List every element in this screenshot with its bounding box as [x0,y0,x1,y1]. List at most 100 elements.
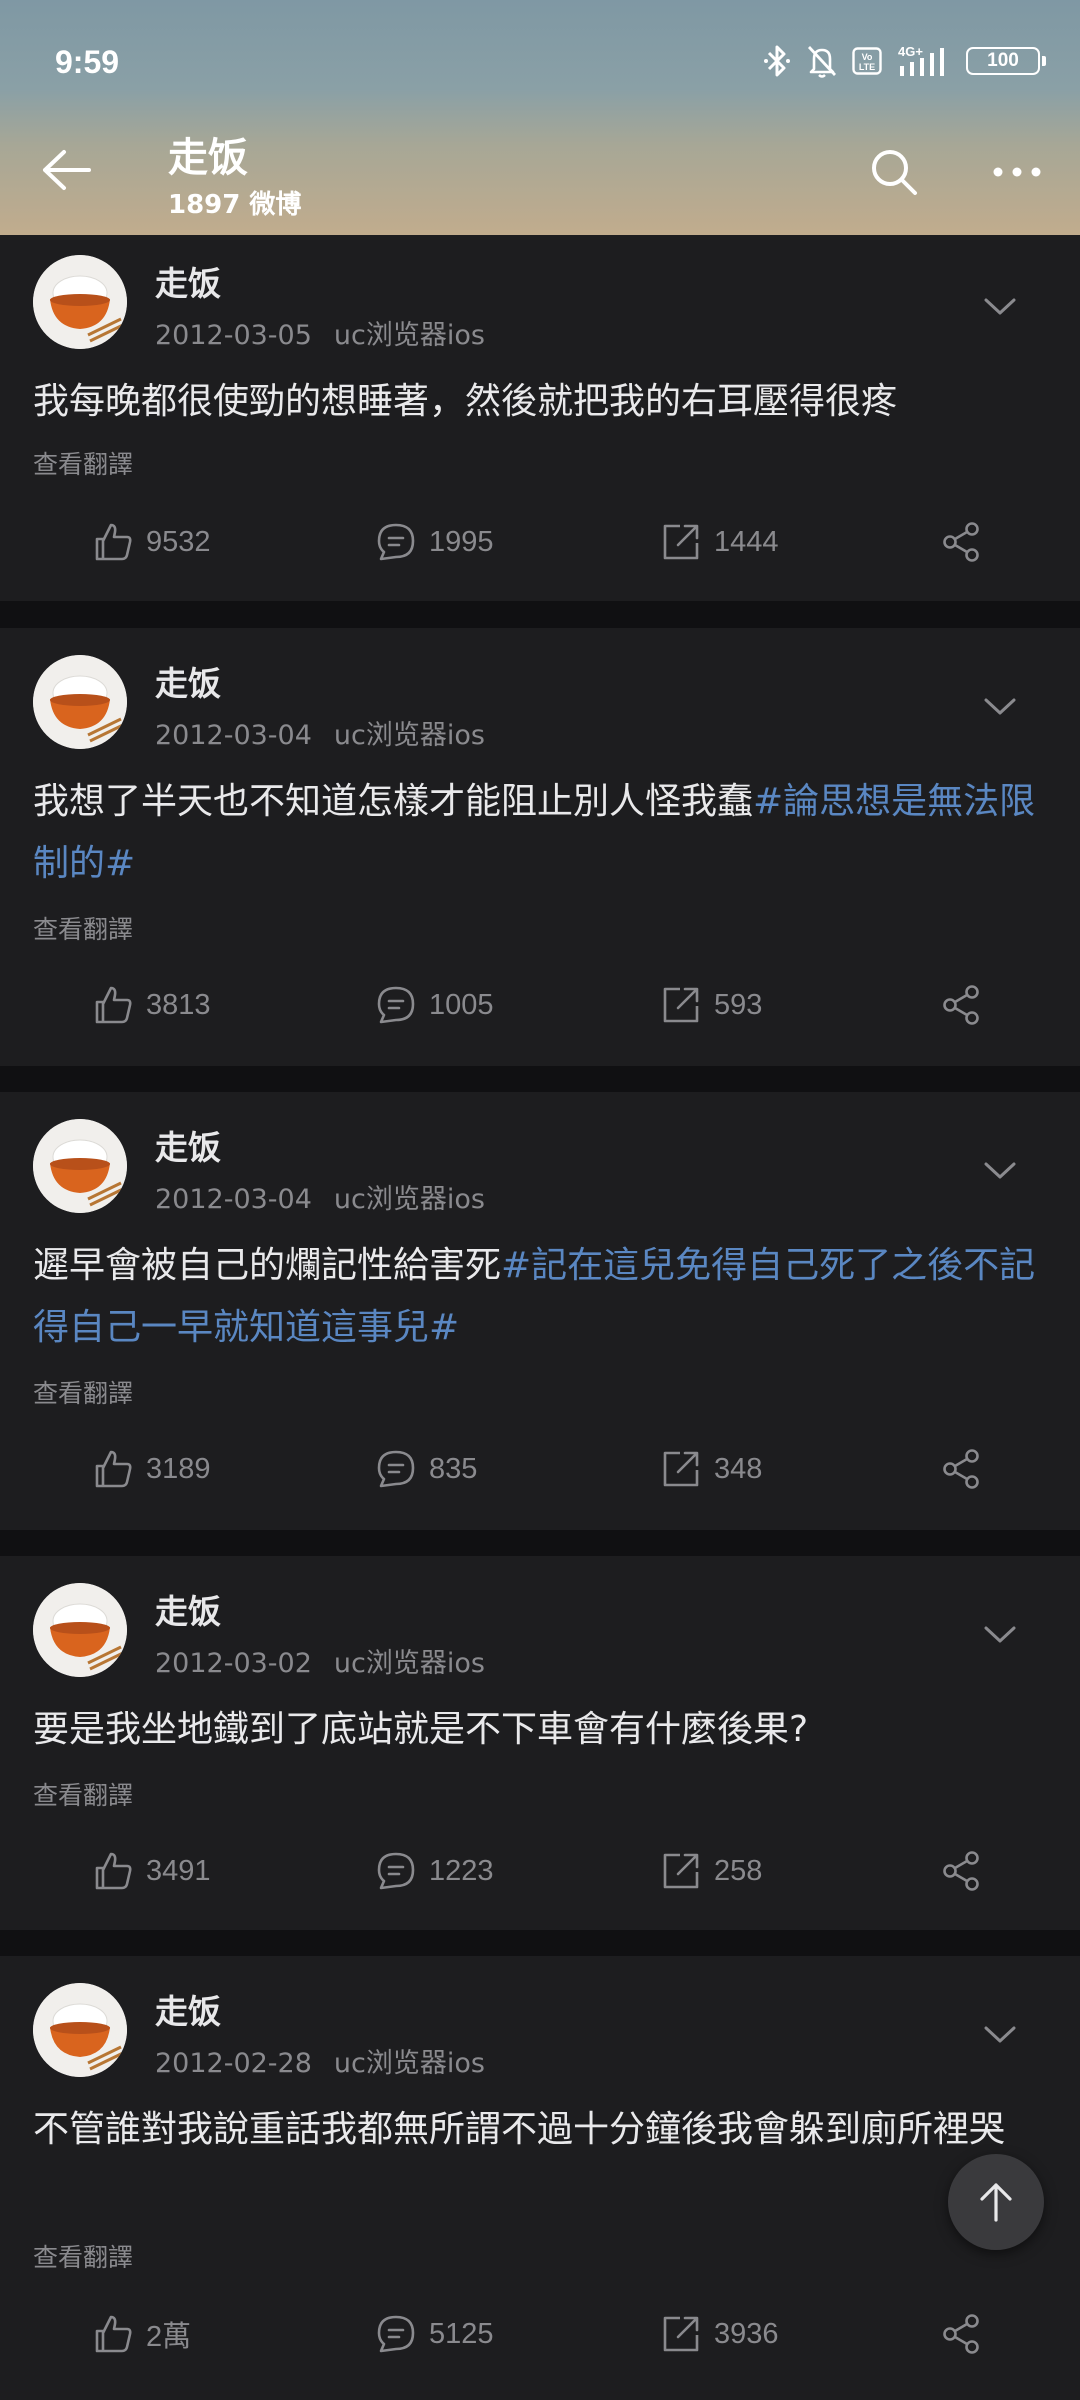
post-date: 2012-03-02 [155,1648,312,1679]
share-icon [943,985,979,1025]
share-button[interactable] [940,1841,982,1901]
translate-link[interactable]: 查看翻譯 [33,910,133,946]
avatar[interactable] [33,655,127,749]
share-button[interactable] [940,975,982,1035]
rice-bowl-icon [33,1119,127,1213]
post-count: 1897 微博 [168,190,302,220]
repost-icon [663,1853,699,1889]
action-bar: 3813 1005 593 [0,975,1080,1035]
post-source: uc浏览器ios [333,320,485,351]
scroll-to-top-button[interactable] [948,2154,1044,2250]
translate-link[interactable]: 查看翻譯 [33,1776,133,1812]
like-button[interactable]: 3491 [92,1841,211,1901]
repost-button[interactable]: 258 [660,1841,762,1901]
author-name[interactable]: 走饭 [155,657,221,705]
weibo-post[interactable]: 走饭 2012-03-04 uc浏览器ios 遲早會被自己的爛記性給害死#記在這兒… [0,1092,1080,1530]
avatar[interactable] [33,255,127,349]
share-button[interactable] [940,2304,982,2364]
action-bar: 2萬 5125 3936 [0,2304,1080,2364]
share-icon [943,522,979,562]
weibo-post[interactable]: 走饭 2012-03-04 uc浏览器ios 我想了半天也不知道怎樣才能阻止別人怪… [0,628,1080,1066]
repost-count: 1444 [714,525,779,558]
repost-button[interactable]: 348 [660,1439,762,1499]
post-meta: 2012-03-05 uc浏览器ios [155,313,485,352]
avatar[interactable] [33,1583,127,1677]
share-icon [943,1449,979,1489]
like-count: 2萬 [146,2321,192,2353]
post-source: uc浏览器ios [333,1184,485,1215]
post-body: 我想了半天也不知道怎樣才能阻止別人怪我蠢 [33,781,754,822]
author-name[interactable]: 走饭 [155,1985,221,2033]
repost-button[interactable]: 3936 [660,2304,779,2364]
repost-icon [663,2316,699,2352]
comment-count: 835 [429,1452,478,1485]
post-meta: 2012-03-04 uc浏览器ios [155,1177,485,1216]
expand-button[interactable] [975,1615,1025,1655]
post-source: uc浏览器ios [333,720,485,751]
weibo-post[interactable]: 走饭 2012-02-28 uc浏览器ios 不管誰對我說重話我都無所謂不過十分鐘… [0,1956,1080,2400]
repost-count: 348 [714,1452,763,1485]
post-text: 我想了半天也不知道怎樣才能阻止別人怪我蠢#論思想是無法限制的# [33,771,1043,895]
back-button[interactable] [36,140,96,200]
comment-button[interactable]: 835 [375,1439,477,1499]
post-text: 遲早會被自己的爛記性給害死#記在這兒免得自己死了之後不記得自己一早就知道這事兒# [33,1235,1043,1359]
post-meta: 2012-03-02 uc浏览器ios [155,1641,485,1680]
author-name[interactable]: 走饭 [155,1585,221,1633]
repost-count: 258 [714,1854,763,1887]
avatar[interactable] [33,1119,127,1213]
volte-icon: Vo LTE [852,47,882,75]
share-icon [943,1851,979,1891]
expand-button[interactable] [975,687,1025,727]
status-time: 9:59 [55,44,120,80]
translate-link[interactable]: 查看翻譯 [33,1374,133,1410]
chevron-down-icon [984,1162,1016,1179]
action-bar: 3189 835 348 [0,1439,1080,1499]
avatar[interactable] [33,1983,127,2077]
comment-count: 1005 [429,988,494,1021]
like-button[interactable]: 3813 [92,975,211,1035]
author-name[interactable]: 走饭 [155,1121,221,1169]
search-button[interactable] [862,140,926,204]
status-bar: 9:59 Vo LTE 4G+ 100 [0,0,1080,130]
thumbs-up-icon [95,2315,132,2353]
comment-button[interactable]: 1995 [375,512,494,572]
comment-count: 1995 [429,525,494,558]
author-name[interactable]: 走饭 [155,257,221,305]
svg-text:Vo: Vo [862,52,873,62]
more-button[interactable] [985,140,1049,204]
post-date: 2012-02-28 [155,2048,312,2079]
repost-button[interactable]: 1444 [660,512,779,572]
comment-button[interactable]: 1005 [375,975,494,1035]
comment-button[interactable]: 5125 [375,2304,494,2364]
post-meta: 2012-02-28 uc浏览器ios [155,2041,485,2080]
share-button[interactable] [940,512,982,572]
comment-count: 1223 [429,1854,494,1887]
expand-button[interactable] [975,2015,1025,2055]
like-button[interactable]: 2萬 [92,2304,191,2364]
expand-button[interactable] [975,1151,1025,1191]
mute-bell-icon [806,44,838,78]
translate-link[interactable]: 查看翻譯 [33,445,133,481]
repost-button[interactable]: 593 [660,975,762,1035]
like-count: 3813 [146,988,211,1021]
comment-count: 5125 [429,2317,494,2350]
post-meta: 2012-03-04 uc浏览器ios [155,713,485,752]
translate-link[interactable]: 查看翻譯 [33,2238,133,2274]
thumbs-up-icon [95,1852,132,1890]
share-button[interactable] [940,1439,982,1499]
like-button[interactable]: 9532 [92,512,211,572]
svg-text:LTE: LTE [859,62,875,72]
expand-button[interactable] [975,287,1025,327]
signal-icon: 4G+ [896,44,952,78]
thumbs-up-icon [95,986,132,1024]
comment-button[interactable]: 1223 [375,1841,494,1901]
repost-count: 3936 [714,2317,779,2350]
rice-bowl-icon [33,655,127,749]
post-body: 要是我坐地鐵到了底站就是不下車會有什麼後果? [33,1709,809,1750]
like-count: 3189 [146,1452,211,1485]
like-button[interactable]: 3189 [92,1439,211,1499]
arrow-up-icon [980,2183,1012,2222]
weibo-post[interactable]: 走饭 2012-03-02 uc浏览器ios 要是我坐地鐵到了底站就是不下車會有什… [0,1556,1080,1930]
weibo-post[interactable]: 走饭 2012-03-05 uc浏览器ios 我每晚都很使勁的想睡著，然後就把我的… [0,235,1080,601]
post-text: 不管誰對我說重話我都無所謂不過十分鐘後我會躲到廁所裡哭 [33,2099,1043,2161]
